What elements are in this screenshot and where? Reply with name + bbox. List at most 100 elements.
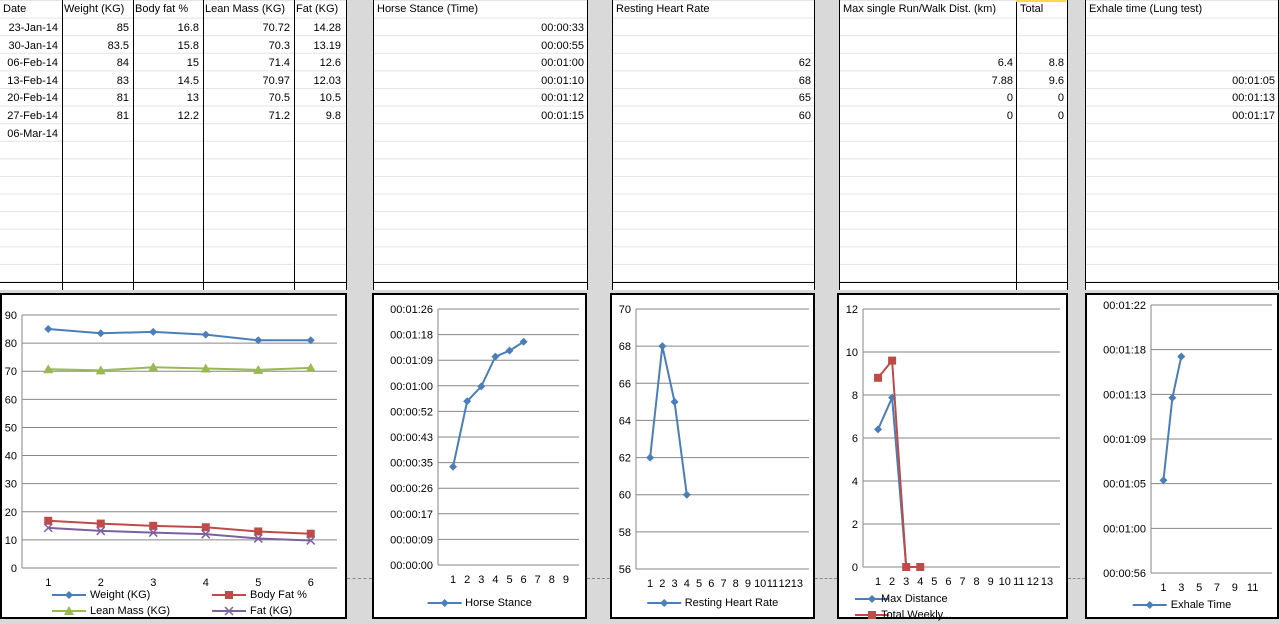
x-tick-label: 5: [696, 578, 702, 590]
data-point: [44, 325, 53, 334]
run-distance-header: Max single Run/Walk Dist. (km): [843, 3, 997, 15]
legend-item: Horse Stance: [427, 595, 532, 611]
table-cell: 30-Jan-14: [8, 39, 58, 52]
y-tick-label: 80: [5, 338, 17, 350]
y-tick-label: 66: [619, 378, 631, 390]
x-tick-label: 7: [1214, 582, 1220, 594]
table-cell: 23-Jan-14: [8, 22, 58, 34]
legend-item: Weight (KG): [52, 587, 212, 603]
data-point: [682, 490, 691, 499]
table-cell: 00:01:13: [1232, 92, 1275, 105]
y-tick-label: 00:01:22: [1103, 300, 1146, 312]
x-tick-label: 8: [733, 578, 739, 590]
x-tick-label: 1: [45, 577, 51, 589]
legend-label: Resting Heart Rate: [684, 597, 779, 609]
table-cell: 15.8: [177, 39, 199, 52]
x-tick-label: 11: [767, 578, 778, 590]
x-tick-label: 2: [889, 576, 895, 588]
x-tick-label: 1: [1160, 582, 1166, 594]
legend-swatch: [212, 591, 246, 599]
data-point: [201, 523, 210, 532]
x-tick-label: 2: [464, 574, 470, 586]
horse-stance-table: Horse Stance (Time) 00:00:33 00:00:55 00:0…: [373, 0, 588, 290]
legend-item: Body Fat %: [212, 587, 342, 603]
x-tick-label: 7: [535, 574, 541, 586]
table-cell: 20-Feb-14: [7, 92, 58, 105]
legend-item: Exhale Time: [1132, 597, 1231, 613]
x-tick-label: 7: [959, 576, 965, 588]
x-tick-label: 3: [1178, 582, 1184, 594]
y-tick-label: 00:01:13: [1103, 389, 1146, 401]
table-cell: 00:00:33: [541, 22, 584, 34]
y-tick-label: 00:01:18: [1103, 345, 1146, 357]
data-point: [1159, 476, 1168, 485]
data-point: [44, 516, 53, 525]
table-cell: 00:01:00: [541, 57, 584, 70]
y-tick-label: 00:00:26: [390, 483, 433, 495]
x-tick-label: 5: [506, 574, 512, 586]
data-point: [874, 373, 883, 382]
x-tick-label: 6: [945, 576, 951, 588]
y-tick-label: 8: [852, 390, 858, 402]
sheet-divider: [1068, 578, 1085, 580]
table-cell: 10.5: [319, 92, 341, 105]
y-tick-label: 00:01:00: [390, 381, 433, 393]
legend-label: Fat (KG): [250, 605, 293, 617]
x-tick-label: 3: [903, 576, 909, 588]
y-tick-label: 00:00:00: [390, 560, 433, 572]
x-tick-label: 13: [791, 578, 803, 590]
x-tick-label: 9: [745, 578, 751, 590]
legend-label: Total Weekly...: [881, 609, 952, 621]
y-tick-label: 0: [852, 562, 858, 574]
chart-plot: 01020304050607080901 2 3 4 5 6: [5, 310, 337, 589]
data-point: [888, 356, 897, 365]
x-tick-label: 13: [1041, 576, 1053, 588]
table-cell: 7.88: [991, 74, 1013, 87]
y-tick-label: 00:01:26: [390, 304, 433, 316]
y-tick-label: 0: [11, 563, 17, 575]
y-tick-label: 70: [5, 366, 17, 378]
data-point: [902, 563, 911, 571]
table-cell: 9.6: [1048, 74, 1064, 87]
legend-swatch: [1132, 601, 1167, 609]
chart-legend: Resting Heart Rate: [646, 595, 779, 611]
legend-item: Lean Mass (KG): [52, 603, 212, 619]
y-tick-label: 00:00:09: [390, 534, 433, 546]
table-cell: 0: [1006, 110, 1013, 122]
x-tick-label: 10: [754, 578, 766, 590]
table-cell: 84: [116, 57, 129, 70]
legend-item: Total Weekly...: [855, 607, 952, 623]
table-cell: 83.5: [107, 39, 129, 52]
x-tick-label: 6: [521, 574, 527, 586]
x-tick-label: 1: [875, 576, 881, 588]
table-cell: 12.2: [177, 110, 199, 122]
table-cell: 13.19: [313, 39, 341, 52]
y-tick-label: 68: [619, 341, 631, 353]
table-cell: 70.5: [268, 92, 290, 105]
legend-label: Horse Stance: [465, 597, 532, 609]
y-tick-label: 6: [852, 433, 858, 445]
series-line: [877, 397, 921, 568]
y-tick-label: 56: [619, 564, 631, 576]
table-cell: 13-Feb-14: [7, 74, 58, 87]
x-tick-label: 1: [450, 574, 456, 586]
legend-swatch: [212, 606, 246, 616]
y-tick-label: 90: [5, 310, 17, 322]
table-cell: 00:01:10: [541, 74, 584, 87]
y-tick-label: 00:00:35: [390, 458, 433, 470]
y-tick-label: 62: [619, 453, 631, 465]
legend-label: Lean Mass (KG): [90, 605, 171, 617]
exhale-table: Exhale time (Lung test) 00:01:05 00:01:13…: [1085, 0, 1279, 290]
x-tick-label: 6: [708, 578, 714, 590]
column-header: Body fat %: [135, 3, 189, 15]
table-cell: 00:01:12: [541, 92, 584, 105]
data-point: [491, 352, 500, 361]
y-tick-label: 40: [5, 451, 17, 463]
y-tick-label: 10: [846, 347, 858, 359]
x-tick-label: 4: [684, 578, 690, 590]
chart-plot: 56586062646668701 2 3 4 5 6 7 8 9 10 11 12 13: [619, 304, 809, 590]
table-cell: 85: [116, 22, 129, 34]
run-total-header: Total: [1020, 3, 1044, 15]
exhale-header: Exhale time (Lung test): [1089, 3, 1203, 15]
table-cell: 16.8: [177, 22, 199, 34]
